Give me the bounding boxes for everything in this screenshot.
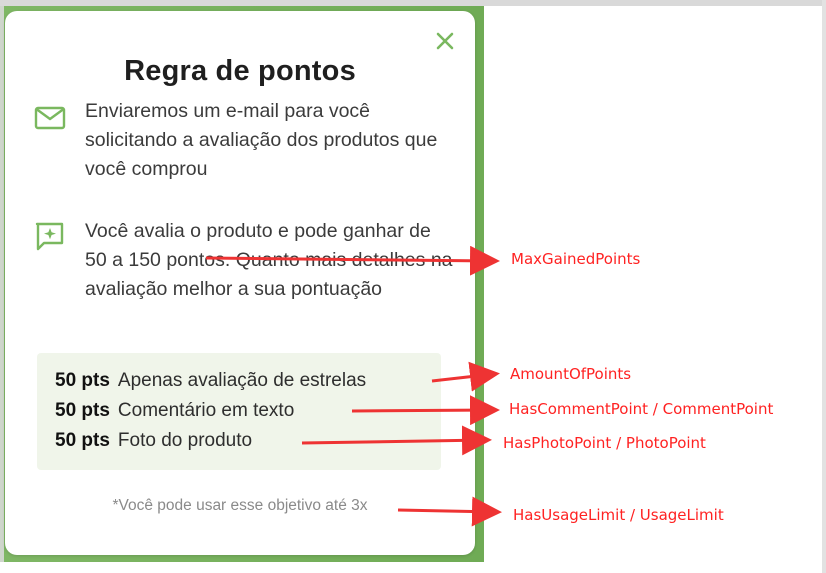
arrow-usage (397, 496, 502, 527)
annotation-max-gained: MaxGainedPoints (511, 250, 641, 268)
arrow-comment (351, 395, 500, 426)
annotation-comment: HasCommentPoint / CommentPoint (509, 400, 774, 418)
arrow-amount (431, 361, 500, 392)
annotation-amount: AmountOfPoints (510, 365, 632, 383)
annotation-usage: HasUsageLimit / UsageLimit (513, 506, 724, 524)
annotation-photo: HasPhotoPoint / PhotoPoint (503, 434, 706, 452)
annotation-arrows (205, 245, 502, 527)
arrow-max-gained (205, 245, 500, 276)
arrow-photo (301, 425, 492, 456)
